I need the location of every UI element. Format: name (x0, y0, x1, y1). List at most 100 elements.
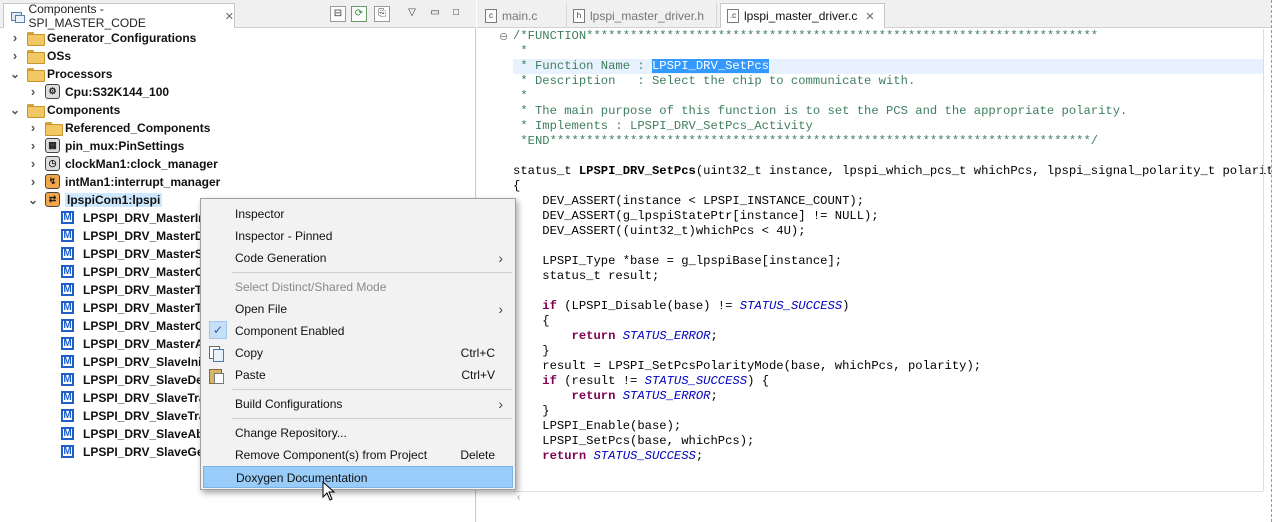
refresh-icon[interactable]: ⟳ (351, 6, 367, 22)
menu-item-code-generation[interactable]: Code Generation › (203, 247, 513, 269)
tree-item-label: LPSPI_DRV_SlaveTra (83, 391, 206, 405)
tree-item[interactable]: › ⚙ Cpu:S32K144_100 (0, 83, 475, 101)
tree-item-label: LPSPI_DRV_MasterGe (83, 319, 211, 333)
collapse-arrow-icon[interactable]: › (28, 175, 38, 188)
h-file-icon: h (573, 8, 585, 23)
code-line: } (513, 404, 550, 418)
menu-item-label: Component Enabled (235, 324, 345, 338)
code-line: LPSPI_Type *base = g_lpspiBase[instance]… (513, 254, 843, 268)
folder-icon (45, 122, 63, 136)
tree-item[interactable]: › ↯ intMan1:interrupt_manager (0, 173, 475, 191)
menu-item-paste[interactable]: Paste Ctrl+V (203, 364, 513, 386)
code-line: LPSPI_SetPcs(base, whichPcs); (513, 434, 755, 448)
collapse-arrow-icon[interactable]: › (28, 139, 38, 152)
selected-text: LPSPI_DRV_SetPcs (651, 59, 769, 73)
tree-item[interactable]: › Referenced_Components (0, 119, 475, 137)
checkmark-icon: ✓ (209, 321, 227, 339)
mouse-cursor-icon (322, 481, 336, 501)
code-line: status_t LPSPI_DRV_SetPcs(uint32_t insta… (513, 164, 1277, 178)
menu-item-build-configurations[interactable]: Build Configurations › (203, 393, 513, 415)
expand-arrow-icon[interactable]: ⌄ (10, 104, 20, 116)
collapse-arrow-icon[interactable]: › (10, 31, 20, 44)
code-line: * Implements : LPSPI_DRV_SetPcs_Activity (513, 119, 813, 133)
tree-item[interactable]: › ◷ clockMan1:clock_manager (0, 155, 475, 173)
expand-arrow-icon[interactable]: ⌄ (28, 194, 38, 206)
minimize-icon[interactable]: ▭ (427, 6, 443, 22)
menu-item-label: Code Generation (235, 251, 327, 265)
vertical-scrollbar[interactable] (1263, 29, 1271, 491)
menu-item-label: Select Distinct/Shared Mode (235, 280, 387, 294)
menu-separator (232, 272, 512, 273)
collapse-all-icon[interactable]: ⊟ (330, 6, 346, 22)
method-icon: M (61, 229, 74, 242)
view-menu-icon[interactable]: ▽ (404, 6, 420, 22)
code-line: * (513, 44, 528, 58)
tree-item-label: LPSPI_DRV_MasterTr (83, 283, 207, 297)
tree-item[interactable]: › Generator_Configurations (0, 29, 475, 47)
tree-item-label: Referenced_Components (65, 121, 211, 135)
menu-item-label: Inspector - Pinned (235, 229, 333, 243)
method-icon: M (61, 211, 74, 224)
menu-item-inspector[interactable]: Inspector (203, 203, 513, 225)
collapse-arrow-icon[interactable]: › (28, 121, 38, 134)
tree-item-label: LPSPI_DRV_SlaveGe (83, 445, 204, 459)
tree-item-label: OSs (47, 49, 72, 63)
generate-code-icon[interactable]: ⎘ (374, 6, 390, 22)
tab-main-c[interactable]: c main.c (479, 3, 567, 28)
code-line: DEV_ASSERT((uint32_t)whichPcs < 4U); (513, 224, 806, 238)
menu-item-inspector-pinned[interactable]: Inspector - Pinned (203, 225, 513, 247)
fold-collapse-icon[interactable]: ⊖ (499, 30, 508, 43)
collapse-arrow-icon[interactable]: › (10, 49, 20, 62)
tab-lpspi-master-driver-h[interactable]: h lpspi_master_driver.h (567, 3, 717, 28)
code-line: if (LPSPI_Disable(base) != STATUS_SUCCES… (542, 299, 850, 313)
tree-item-label: clockMan1:clock_manager (65, 157, 218, 171)
menu-item-open-file[interactable]: Open File › (203, 298, 513, 320)
tree-item-label: LPSPI_DRV_SlaveInit (83, 355, 206, 369)
code-line: * The main purpose of this function is t… (513, 104, 1128, 118)
close-icon[interactable]: ✕ (225, 10, 234, 23)
menu-item-label: Build Configurations (235, 397, 343, 411)
tree-item[interactable]: › OSs (0, 47, 475, 65)
close-icon[interactable]: ✕ (865, 10, 874, 23)
collapse-arrow-icon[interactable]: › (28, 85, 38, 98)
code-line: { (513, 314, 550, 328)
menu-item-component-enabled[interactable]: ✓ Component Enabled (203, 320, 513, 342)
tab-lpspi-master-driver-c[interactable]: .c lpspi_master_driver.c ✕ (720, 3, 885, 28)
tree-item[interactable]: ⌄ Processors (0, 65, 475, 83)
menu-item-change-repository[interactable]: Change Repository... (203, 422, 513, 444)
components-view-icon (10, 10, 26, 23)
folder-icon (27, 32, 45, 46)
method-icon: M (61, 355, 74, 368)
collapse-arrow-icon[interactable]: › (28, 157, 38, 170)
menu-item-copy[interactable]: Copy Ctrl+C (203, 342, 513, 364)
method-icon: M (61, 391, 74, 404)
code-line: } (513, 344, 550, 358)
menu-separator (232, 418, 512, 419)
tree-item[interactable]: › ▦ pin_mux:PinSettings (0, 137, 475, 155)
code-line: status_t result; (513, 269, 660, 283)
tree-item-label: LPSPI_DRV_SlaveAbo (83, 427, 211, 441)
method-icon: M (61, 265, 74, 278)
horizontal-scrollbar[interactable]: ‹ (513, 491, 1263, 505)
method-icon: M (61, 427, 74, 440)
code-line: result = LPSPI_SetPcsPolarityMode(base, … (513, 359, 982, 373)
clock-manager-icon: ◷ (45, 156, 60, 171)
code-line: LPSPI_Enable(base); (513, 419, 682, 433)
menu-item-remove-component-s-from-project[interactable]: Remove Component(s) from Project Delete (203, 444, 513, 466)
method-icon: M (61, 319, 74, 332)
menu-separator (232, 389, 512, 390)
tree-item-label: LPSPI_DRV_SlaveDe (83, 373, 203, 387)
tree-item[interactable]: ⌄ Components (0, 101, 475, 119)
tree-item-label: pin_mux:PinSettings (65, 139, 185, 153)
maximize-icon[interactable]: □ (448, 6, 464, 22)
tab-components[interactable]: Components - SPI_MASTER_CODE ✕ (3, 2, 235, 30)
tree-item-label: LPSPI_DRV_SlaveTra (83, 409, 206, 423)
tree-item-label: LPSPI_DRV_MasterD (83, 229, 204, 243)
context-menu: Inspector Inspector - Pinned Code Generati… (200, 198, 516, 490)
method-icon: M (61, 337, 74, 350)
menu-item-doxygen-documentation[interactable]: Doxygen Documentation (203, 466, 513, 488)
submenu-arrow-icon: › (498, 396, 503, 412)
folder-icon (27, 50, 45, 64)
expand-arrow-icon[interactable]: ⌄ (10, 68, 20, 80)
scroll-left-icon[interactable]: ‹ (517, 492, 520, 503)
